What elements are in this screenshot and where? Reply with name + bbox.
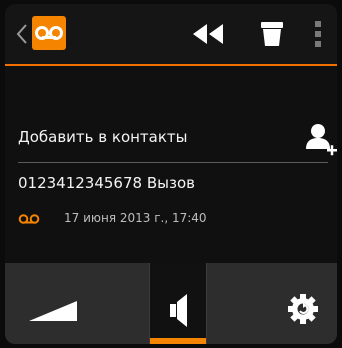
- message-details: Добавить в контакты 0123412345678 Вызов …: [5, 66, 337, 262]
- settings-button[interactable]: [273, 263, 329, 344]
- voicemail-icon: [35, 26, 63, 40]
- rewind-icon[interactable]: [190, 22, 226, 46]
- caller-label: 0123412345678 Вызов: [18, 174, 195, 192]
- add-to-contacts-label: Добавить в контакты: [18, 128, 188, 146]
- add-contact-icon[interactable]: [303, 122, 337, 156]
- action-bar: [5, 4, 337, 66]
- playback-controls: [5, 263, 337, 344]
- message-datetime: 17 июня 2013 г., 17:40: [64, 211, 207, 225]
- add-to-contacts-row[interactable]: Добавить в контакты: [5, 116, 337, 160]
- voicemail-player-screen: Добавить в контакты 0123412345678 Вызов …: [5, 4, 337, 344]
- selected-indicator: [150, 338, 206, 344]
- trash-icon[interactable]: [260, 21, 284, 47]
- voicemail-icon: [18, 214, 40, 224]
- volume-icon: [29, 301, 77, 321]
- voicemail-app-icon[interactable]: [32, 16, 66, 50]
- settings-icon: [288, 294, 318, 324]
- overflow-menu-icon[interactable]: [314, 20, 322, 48]
- speaker-icon: [170, 294, 187, 327]
- speaker-button[interactable]: [149, 263, 207, 344]
- divider: [18, 162, 328, 163]
- volume-button[interactable]: [25, 263, 85, 344]
